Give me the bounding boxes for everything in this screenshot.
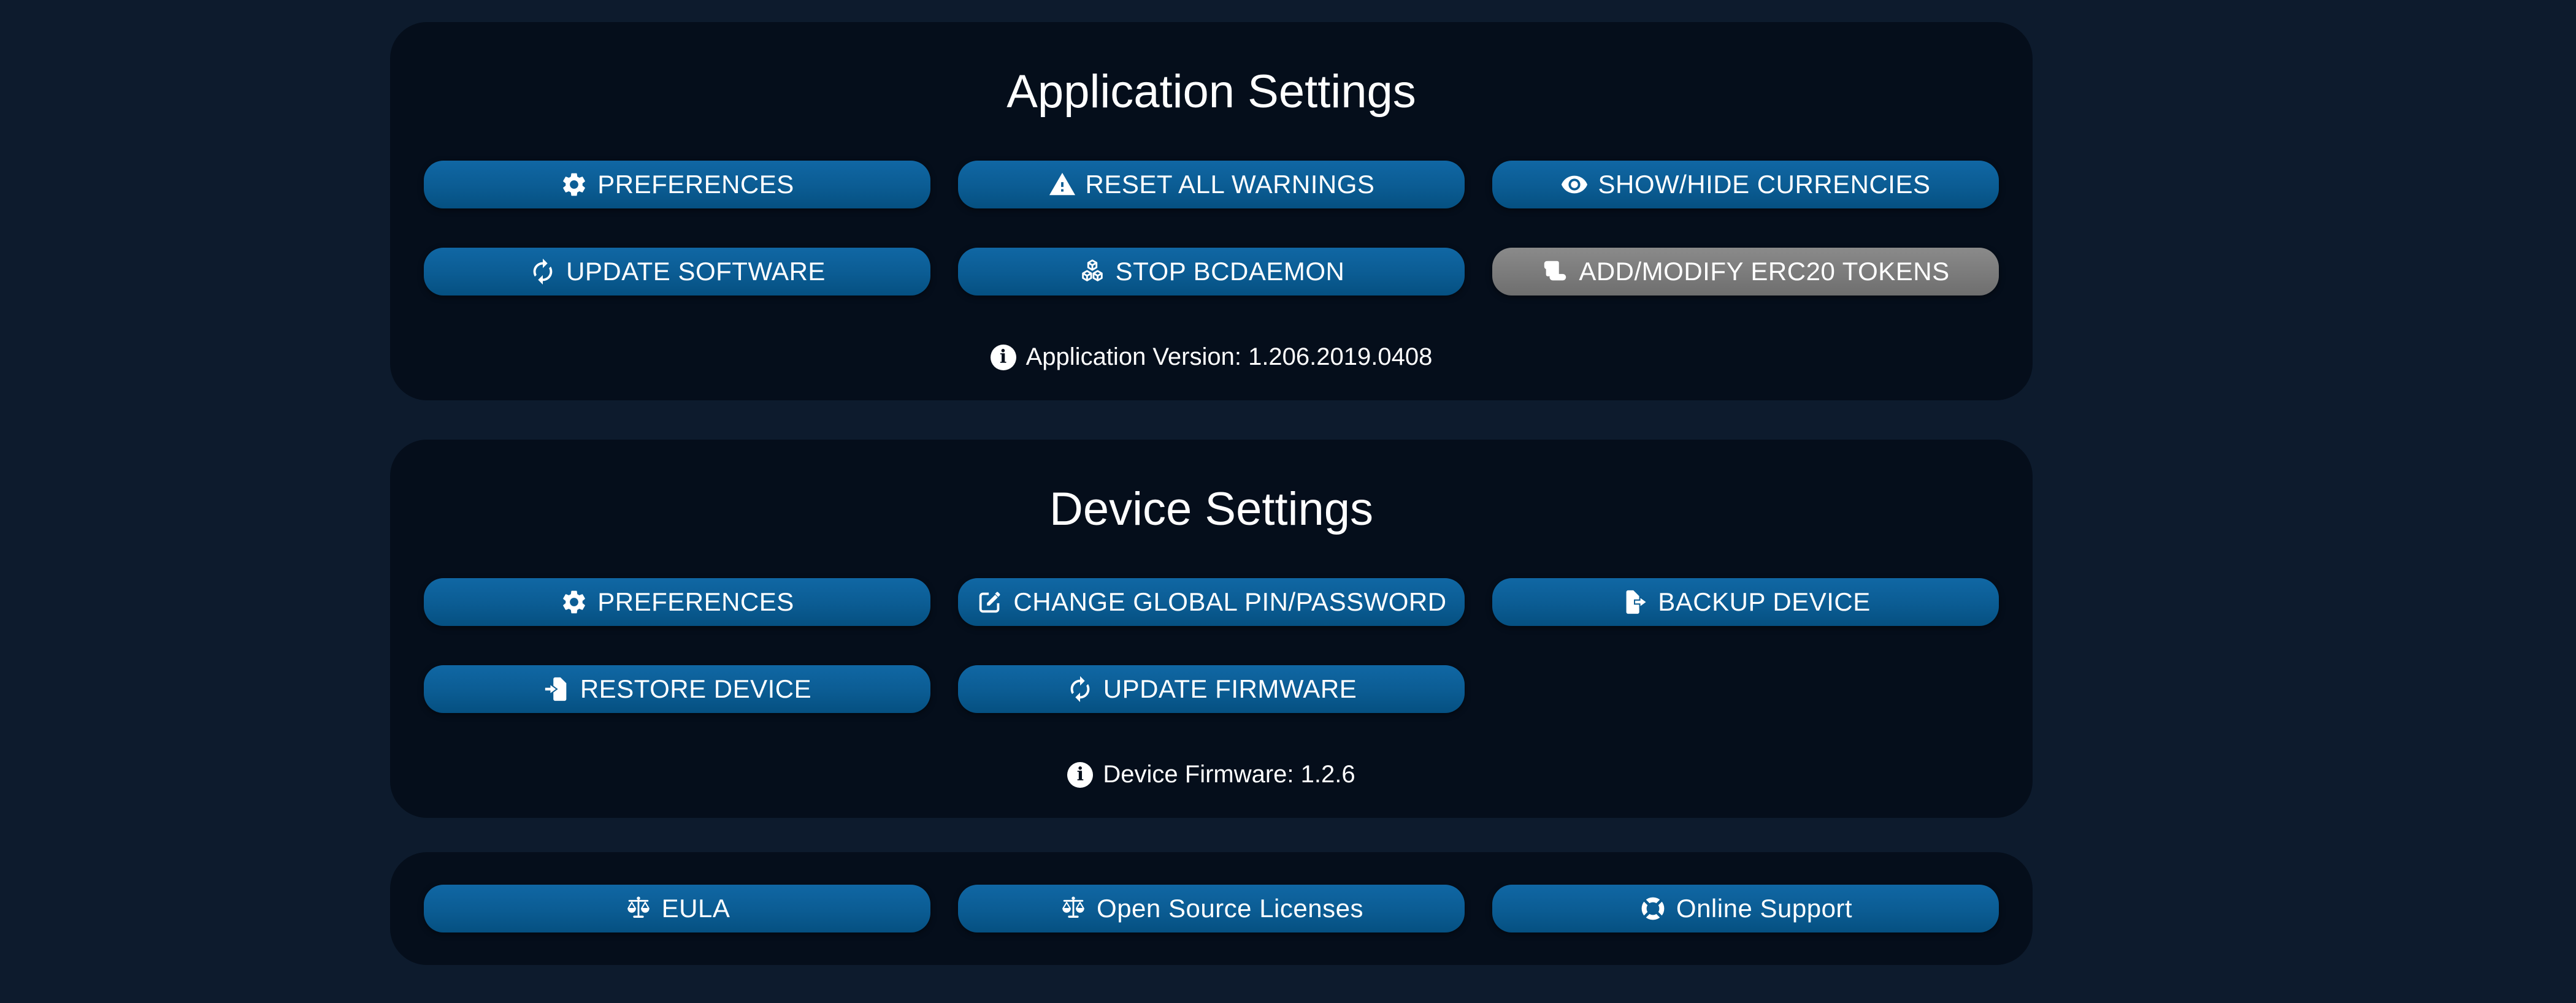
application-version-text: Application Version: 1.206.2019.0408 <box>1025 343 1433 370</box>
update-firmware-button[interactable]: UPDATE FIRMWARE <box>958 665 1465 713</box>
button-label: STOP BCDAEMON <box>1115 257 1345 286</box>
application-settings-card: Application Settings PREFERENCES RESET A… <box>390 22 2033 400</box>
warning-icon <box>1048 170 1076 199</box>
button-label: Open Source Licenses <box>1097 894 1363 923</box>
button-label: ADD/MODIFY ERC20 TOKENS <box>1579 257 1950 286</box>
reset-all-warnings-button[interactable]: RESET ALL WARNINGS <box>958 161 1465 208</box>
device-settings-card: Device Settings PREFERENCES CHANGE GLOBA… <box>390 440 2033 818</box>
button-label: UPDATE SOFTWARE <box>566 257 826 286</box>
device-settings-button-grid: PREFERENCES CHANGE GLOBAL PIN/PASSWORD B… <box>424 578 1999 713</box>
button-label: RESTORE DEVICE <box>580 674 812 703</box>
button-label: RESET ALL WARNINGS <box>1085 170 1375 199</box>
button-label: CHANGE GLOBAL PIN/PASSWORD <box>1013 587 1447 616</box>
gear-icon <box>560 588 588 616</box>
restore-device-button[interactable]: RESTORE DEVICE <box>424 665 930 713</box>
application-version-note: i Application Version: 1.206.2019.0408 <box>424 343 1999 371</box>
change-global-pin-password-button[interactable]: CHANGE GLOBAL PIN/PASSWORD <box>958 578 1465 626</box>
device-settings-title: Device Settings <box>1049 483 1374 535</box>
button-label: EULA <box>661 894 730 923</box>
device-preferences-button[interactable]: PREFERENCES <box>424 578 930 626</box>
button-label: Online Support <box>1676 894 1853 923</box>
sync-icon <box>529 257 557 286</box>
button-label: BACKUP DEVICE <box>1658 587 1871 616</box>
stop-bcdaemon-button[interactable]: STOP BCDAEMON <box>958 248 1465 296</box>
balance-scale-icon <box>624 894 653 923</box>
file-import-icon <box>543 675 571 703</box>
button-label: UPDATE FIRMWARE <box>1103 674 1357 703</box>
application-settings-button-grid: PREFERENCES RESET ALL WARNINGS SHOW/HIDE… <box>424 161 1999 296</box>
add-modify-erc20-tokens-button[interactable]: ADD/MODIFY ERC20 TOKENS <box>1492 248 1999 296</box>
backup-device-button[interactable]: BACKUP DEVICE <box>1492 578 1999 626</box>
button-label: SHOW/HIDE CURRENCIES <box>1598 170 1931 199</box>
legal-support-button-grid: EULA Open Source Licenses Online Support <box>424 885 1999 932</box>
device-firmware-text: Device Firmware: 1.2.6 <box>1103 761 1355 788</box>
legal-support-card: EULA Open Source Licenses Online Support <box>390 852 2033 965</box>
cubes-icon <box>1078 257 1106 286</box>
scroll-icon <box>1541 257 1570 286</box>
gear-icon <box>560 170 588 199</box>
update-software-button[interactable]: UPDATE SOFTWARE <box>424 248 930 296</box>
online-support-button[interactable]: Online Support <box>1492 885 1999 932</box>
button-label: PREFERENCES <box>597 587 794 616</box>
eula-button[interactable]: EULA <box>424 885 930 932</box>
life-ring-icon <box>1639 894 1667 923</box>
open-source-licenses-button[interactable]: Open Source Licenses <box>958 885 1465 932</box>
edit-icon <box>976 588 1004 616</box>
info-icon: i <box>1067 761 1094 788</box>
app-preferences-button[interactable]: PREFERENCES <box>424 161 930 208</box>
button-label: PREFERENCES <box>597 170 794 199</box>
balance-scale-icon <box>1059 894 1087 923</box>
show-hide-currencies-button[interactable]: SHOW/HIDE CURRENCIES <box>1492 161 1999 208</box>
info-icon: i <box>990 344 1016 370</box>
device-firmware-note: i Device Firmware: 1.2.6 <box>424 761 1999 788</box>
sync-icon <box>1066 675 1094 703</box>
application-settings-title: Application Settings <box>1006 66 1416 118</box>
eye-icon <box>1560 170 1589 199</box>
file-export-icon <box>1620 588 1649 616</box>
